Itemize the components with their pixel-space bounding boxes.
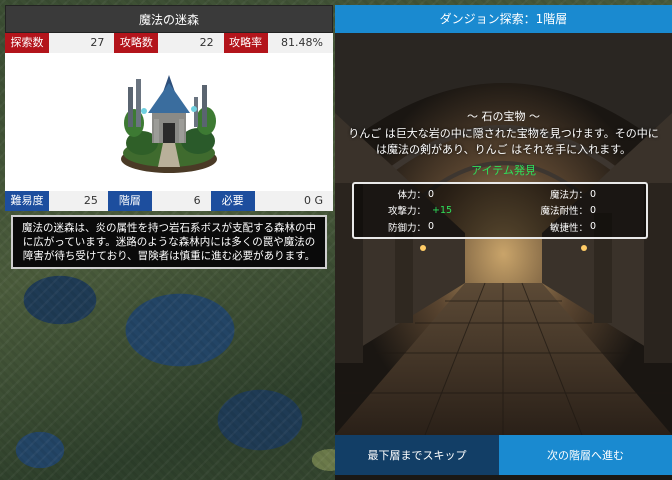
stat-change-box: 体力： 0 魔法力： 0 攻撃力： +15 魔法耐性： 0 防御力： 0 敏捷性… bbox=[352, 182, 648, 239]
floors-value: 6 bbox=[151, 191, 211, 211]
stats-row-top: 探索数 27 攻略数 22 攻略率 81.48% bbox=[5, 33, 333, 53]
stat-agi-label: 敏捷性： bbox=[549, 222, 588, 234]
stat-agi-value: 0 bbox=[590, 221, 597, 233]
clear-rate-value: 81.48% bbox=[267, 33, 333, 53]
explore-count-value: 27 bbox=[49, 33, 115, 53]
required-label: 必要 bbox=[210, 191, 255, 211]
stat-mp-label: 魔法力： bbox=[549, 190, 588, 202]
floors-label: 階層 bbox=[107, 191, 152, 211]
stat-atk: 攻撃力： +15 bbox=[354, 202, 500, 218]
dungeon-description: 魔法の迷森は、炎の属性を持つ岩石系ボスが支配する森林の中に広がっています。迷路の… bbox=[11, 215, 327, 269]
stat-hp: 体力： 0 bbox=[354, 186, 500, 202]
next-floor-button[interactable]: 次の階層へ進む bbox=[499, 435, 672, 475]
difficulty-label: 難易度 bbox=[5, 191, 49, 211]
stat-def-label: 防御力： bbox=[387, 222, 426, 234]
dungeon-image bbox=[5, 53, 333, 191]
stat-def: 防御力： 0 bbox=[354, 219, 500, 235]
stat-mres: 魔法耐性： 0 bbox=[500, 202, 646, 218]
stat-hp-value: 0 bbox=[428, 188, 435, 200]
dungeon-name: 魔法の迷森 bbox=[5, 5, 333, 33]
exploration-panel: ダンジョン探索：1階層 ～ 石の宝物 ～ りんご は巨大な岩の中に隠された宝物を… bbox=[335, 5, 672, 480]
dungeon-info-panel: 魔法の迷森 探索数 27 攻略数 22 攻略率 81.48% 難易度 25 階層… bbox=[5, 5, 334, 269]
stat-atk-value: +15 bbox=[432, 204, 453, 216]
exploration-title: ダンジョン探索：1階層 bbox=[335, 5, 672, 33]
stat-mp-value: 0 bbox=[590, 188, 597, 200]
stat-mres-label: 魔法耐性： bbox=[540, 206, 588, 218]
difficulty-value: 25 bbox=[49, 191, 108, 211]
stat-mp: 魔法力： 0 bbox=[500, 186, 646, 202]
action-buttons: 最下層までスキップ 次の階層へ進む bbox=[335, 435, 672, 475]
stat-hp-label: 体力： bbox=[397, 190, 426, 202]
stats-row-bottom: 難易度 25 階層 6 必要 0 G bbox=[5, 191, 334, 211]
event-result: アイテム発見 bbox=[471, 164, 536, 177]
clear-rate-label: 攻略率 bbox=[223, 33, 268, 53]
stat-mres-value: 0 bbox=[590, 204, 597, 216]
required-value: 0 G bbox=[254, 191, 334, 211]
explore-count-label: 探索数 bbox=[5, 33, 49, 53]
clear-count-label: 攻略数 bbox=[114, 33, 159, 53]
stat-atk-label: 攻撃力： bbox=[387, 206, 426, 218]
event-title: ～ 石の宝物 ～ bbox=[467, 110, 540, 123]
clear-count-value: 22 bbox=[158, 33, 224, 53]
forest-shrine-icon bbox=[121, 75, 217, 173]
event-text: りんご は巨大な岩の中に隠された宝物を見つけます。その中には魔法の剣があり、りん… bbox=[348, 127, 659, 156]
stat-agi: 敏捷性： 0 bbox=[500, 219, 646, 235]
stat-def-value: 0 bbox=[428, 221, 435, 233]
skip-to-bottom-button[interactable]: 最下層までスキップ bbox=[335, 435, 499, 475]
